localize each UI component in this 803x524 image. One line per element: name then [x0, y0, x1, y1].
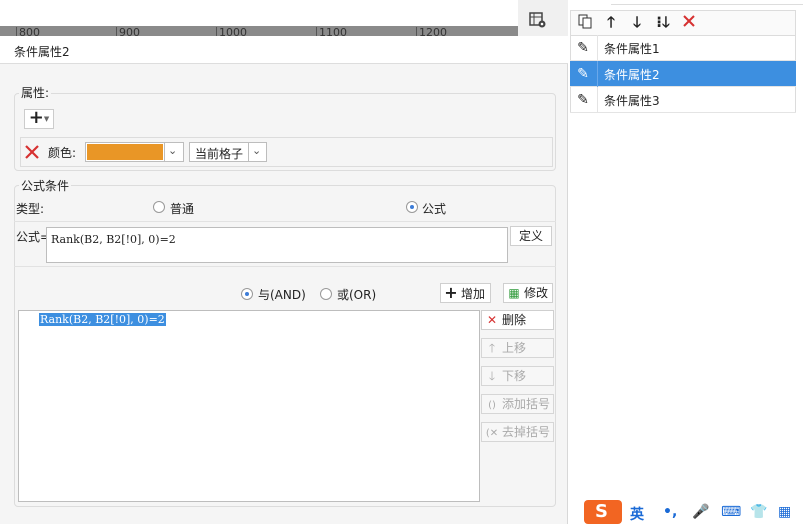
- move-down-label: 下移: [502, 369, 527, 383]
- remove-brackets-label: 去掉括号: [502, 425, 551, 439]
- brackets-icon: (): [488, 400, 496, 411]
- type-label: 类型:: [16, 202, 45, 216]
- add-attribute-button[interactable]: +▼: [24, 109, 54, 129]
- ime-language-toggle[interactable]: 英: [630, 504, 644, 524]
- settings-grid-icon[interactable]: [529, 12, 547, 28]
- logic-and-label: 与(AND): [258, 288, 306, 302]
- arrow-down-icon: 🡓: [488, 369, 496, 383]
- logic-and-radio[interactable]: [241, 288, 253, 300]
- remove-attribute-icon[interactable]: [23, 143, 41, 161]
- formula-condition-legend: 公式条件: [19, 177, 72, 194]
- type-formula-radio[interactable]: [406, 201, 418, 213]
- define-button[interactable]: 定义: [510, 226, 552, 246]
- sogou-s-icon: S: [595, 501, 608, 522]
- attributes-legend: 属性:: [19, 84, 52, 101]
- delete-label: 删除: [502, 313, 527, 327]
- toolbox-grid-icon[interactable]: ▦: [778, 504, 791, 520]
- condition-item[interactable]: Rank(B2, B2[!0], 0)=2: [39, 313, 166, 326]
- chevron-down-icon: ▼: [43, 115, 50, 123]
- dialog-header: [0, 36, 568, 64]
- edit-table-icon: ▦: [508, 286, 520, 300]
- panel-top-border: [611, 0, 803, 5]
- list-item-condition-1[interactable]: ✎ 条件属性1: [570, 35, 796, 61]
- dialog-title: 条件属性2: [14, 45, 70, 59]
- condition-list[interactable]: Rank(B2, B2[!0], 0)=2: [18, 310, 480, 502]
- list-item-label: 条件属性3: [604, 94, 660, 108]
- logic-or-label: 或(OR): [337, 288, 377, 302]
- modify-label: 修改: [524, 286, 549, 300]
- pencil-icon: ✎: [577, 66, 589, 82]
- sogou-logo-icon[interactable]: S: [584, 500, 622, 524]
- horizontal-ruler: 800 900 1000 1100 1200: [0, 0, 518, 39]
- color-picker[interactable]: ⌄: [85, 142, 184, 162]
- add-brackets-button[interactable]: () 添加括号: [481, 394, 554, 414]
- formula-input[interactable]: Rank(B2, B2[!0], 0)=2: [46, 227, 508, 263]
- scope-select[interactable]: 当前格子 ⌄: [189, 142, 267, 162]
- list-item-condition-3[interactable]: ✎ 条件属性3: [570, 87, 796, 113]
- formula-label: 公式=: [16, 230, 51, 244]
- chevron-down-icon: ⌄: [168, 144, 178, 157]
- type-formula-label: 公式: [422, 202, 447, 216]
- remove-brackets-icon: (✕: [485, 428, 499, 439]
- divider: [14, 266, 556, 267]
- close-icon[interactable]: [680, 13, 698, 31]
- modify-condition-button[interactable]: ▦ 修改: [503, 283, 553, 303]
- move-down-button[interactable]: 🡓 下移: [481, 366, 554, 386]
- add-label: 增加: [461, 287, 486, 301]
- scope-value: 当前格子: [195, 147, 244, 161]
- close-icon: ✕: [486, 313, 498, 327]
- skin-shirt-icon[interactable]: 👕: [750, 504, 767, 520]
- move-up-label: 上移: [502, 341, 527, 355]
- list-item-label: 条件属性2: [604, 68, 660, 82]
- move-up-button[interactable]: 🡑 上移: [481, 338, 554, 358]
- arrow-down-icon[interactable]: 🡓: [628, 13, 646, 31]
- type-normal-label: 普通: [170, 202, 195, 216]
- formula-text: Rank(B2, B2[!0], 0)=2: [51, 233, 176, 246]
- copy-icon[interactable]: [576, 13, 594, 31]
- microphone-icon[interactable]: 🎤: [692, 504, 709, 520]
- arrow-up-icon[interactable]: 🡑: [602, 13, 620, 31]
- punctuation-icon[interactable]: •,: [663, 504, 677, 520]
- remove-brackets-button[interactable]: (✕ 去掉括号: [481, 422, 554, 442]
- plus-icon: +: [444, 283, 458, 302]
- delete-button[interactable]: ✕ 删除: [481, 310, 554, 330]
- divider: [14, 221, 556, 222]
- plus-icon: +: [28, 107, 44, 128]
- add-brackets-label: 添加括号: [502, 397, 551, 411]
- arrow-up-icon: 🡑: [488, 341, 496, 355]
- color-label: 颜色:: [48, 146, 77, 160]
- move-to-bottom-icon[interactable]: ⁝🡓: [654, 13, 672, 31]
- logic-or-radio[interactable]: [320, 288, 332, 300]
- color-swatch: [87, 144, 163, 160]
- pencil-icon: ✎: [577, 40, 589, 56]
- chevron-down-icon: ⌄: [252, 144, 262, 157]
- type-normal-radio[interactable]: [153, 201, 165, 213]
- list-item-condition-2[interactable]: ✎ 条件属性2: [570, 61, 796, 87]
- pencil-icon: ✎: [577, 92, 589, 108]
- add-condition-button[interactable]: + 增加: [440, 283, 491, 303]
- list-item-label: 条件属性1: [604, 42, 660, 56]
- keyboard-icon[interactable]: ⌨: [721, 504, 741, 520]
